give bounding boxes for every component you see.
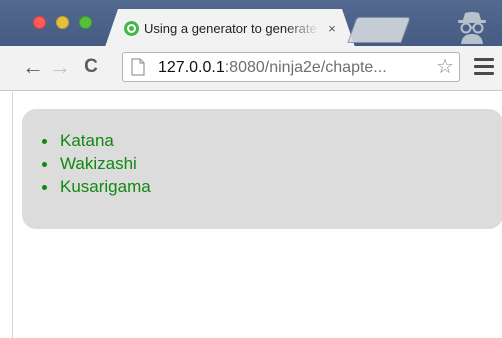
browser-toolbar: ← → C 127.0.0.1:8080/ninja2e/chapte... ☆ (0, 46, 502, 91)
ninjas-panel: Katana Wakizashi Kusarigama (22, 109, 502, 229)
window-maximize-button[interactable] (79, 16, 92, 29)
qunit-favicon-icon (124, 21, 139, 36)
menu-icon[interactable] (474, 58, 494, 76)
address-text[interactable]: 127.0.0.1:8080/ninja2e/chapte... (158, 57, 387, 79)
page-icon (131, 58, 145, 76)
tab-strip: Using a generator to generate × (0, 0, 502, 47)
reload-button[interactable]: C (78, 53, 104, 81)
address-host: 127.0.0.1 (158, 59, 225, 76)
browser-window: Using a generator to generate × ← → C 12… (0, 0, 502, 338)
list-item: Kusarigama (40, 175, 151, 198)
bookmark-star-icon[interactable]: ☆ (435, 56, 455, 78)
list-item: Wakizashi (40, 152, 151, 175)
tab-close-icon[interactable]: × (326, 20, 338, 38)
list-item: Katana (40, 129, 151, 152)
page-content: Katana Wakizashi Kusarigama (12, 92, 502, 338)
new-tab-button[interactable] (347, 17, 411, 43)
address-bar[interactable]: 127.0.0.1:8080/ninja2e/chapte... ☆ (122, 52, 460, 82)
forward-button[interactable]: → (47, 53, 73, 81)
back-button[interactable]: ← (20, 53, 46, 81)
window-minimize-button[interactable] (56, 16, 69, 29)
incognito-icon (458, 12, 486, 44)
address-path: :8080/ninja2e/chapte... (224, 59, 387, 76)
tab-title[interactable]: Using a generator to generate (144, 20, 320, 38)
ninjas-list: Katana Wakizashi Kusarigama (40, 129, 151, 198)
window-close-button[interactable] (33, 16, 46, 29)
